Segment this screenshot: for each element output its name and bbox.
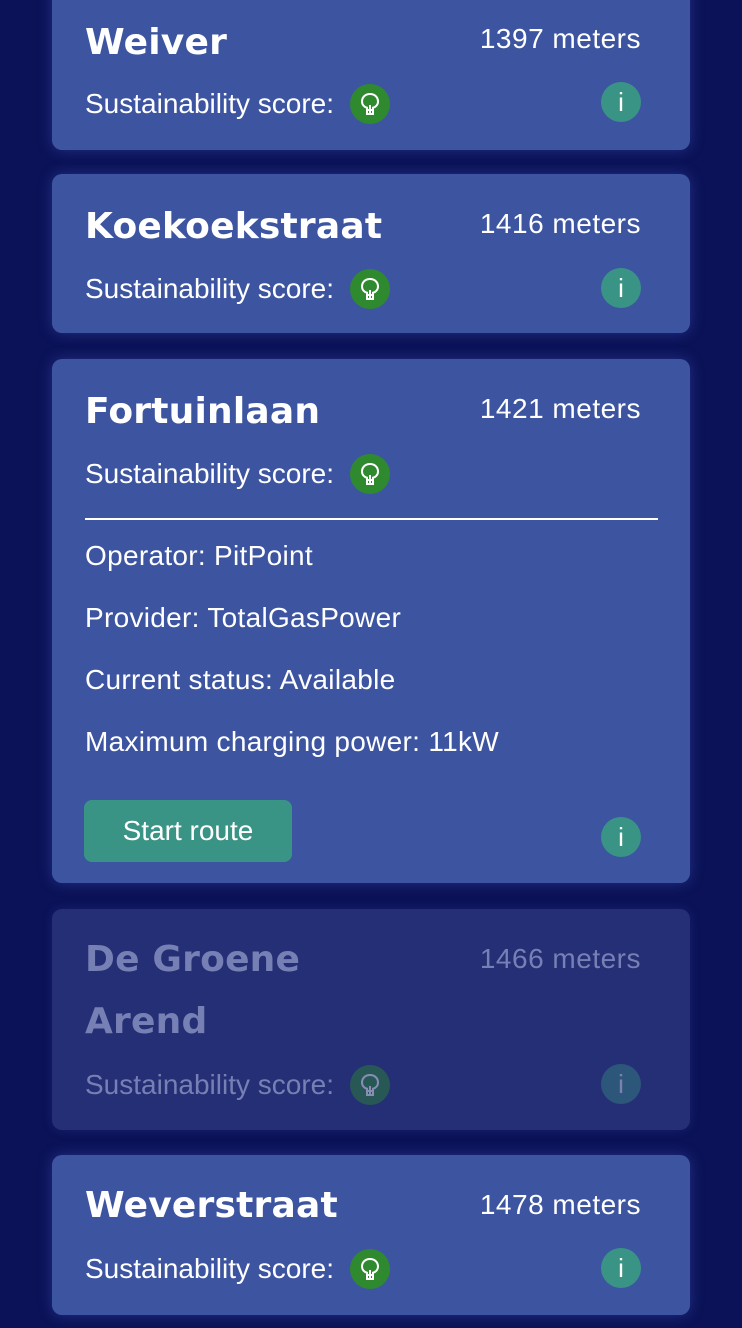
tree-icon [350, 454, 391, 494]
provider-text: Provider: TotalGasPower [85, 602, 402, 633]
info-button[interactable]: i [601, 82, 641, 122]
details-divider [85, 518, 658, 520]
status-text: Current status: Available [85, 664, 396, 695]
station-distance: 1478 meters [479, 1189, 641, 1220]
info-button[interactable]: i [601, 268, 641, 308]
tree-icon [350, 269, 391, 309]
sustainability-score-label: Sustainability score: [85, 88, 335, 119]
tree-icon [350, 1249, 391, 1289]
station-list: Weiver 1397 meters Sustainability score:… [0, 0, 742, 1328]
station-card-weiver[interactable]: Weiver 1397 meters Sustainability score:… [52, 0, 690, 150]
station-name: Koekoekstraat [85, 206, 383, 247]
station-card-koekoekstraat[interactable]: Koekoekstraat 1416 meters Sustainability… [52, 174, 690, 333]
station-card-weverstraat[interactable]: Weverstraat 1478 meters Sustainability s… [52, 1155, 690, 1315]
info-button[interactable]: i [601, 817, 641, 857]
tree-icon [350, 84, 391, 124]
sustainability-score-row: Sustainability score: [85, 1249, 391, 1289]
start-route-button[interactable]: Start route [84, 800, 292, 862]
charging-power-text: Maximum charging power: 11kW [85, 726, 500, 757]
station-distance: 1416 meters [479, 208, 641, 239]
station-name: Weverstraat [85, 1185, 338, 1226]
sustainability-score-row: Sustainability score: [85, 1065, 391, 1105]
sustainability-score-label: Sustainability score: [85, 1253, 335, 1284]
operator-text: Operator: PitPoint [85, 540, 313, 571]
sustainability-score-row: Sustainability score: [85, 269, 391, 309]
station-distance: 1397 meters [479, 23, 641, 54]
sustainability-score-row: Sustainability score: [85, 454, 391, 494]
station-card-de-groene-arend[interactable]: De Groene Arend 1466 meters Sustainabili… [52, 909, 690, 1130]
tree-icon [350, 1065, 391, 1105]
station-card-fortuinlaan[interactable]: Fortuinlaan 1421 meters Sustainability s… [52, 359, 690, 883]
station-distance: 1421 meters [479, 393, 641, 424]
info-button[interactable]: i [601, 1248, 641, 1288]
station-name-line-2: Arend [85, 1001, 208, 1042]
sustainability-score-label: Sustainability score: [85, 1069, 335, 1100]
station-name: Fortuinlaan [85, 391, 321, 432]
sustainability-score-row: Sustainability score: [85, 84, 391, 124]
sustainability-score-label: Sustainability score: [85, 273, 335, 304]
info-button[interactable]: i [601, 1064, 641, 1104]
sustainability-score-label: Sustainability score: [85, 458, 335, 489]
station-name: Weiver [85, 22, 228, 63]
station-distance: 1466 meters [479, 943, 641, 974]
station-name-line-1: De Groene [85, 939, 301, 980]
